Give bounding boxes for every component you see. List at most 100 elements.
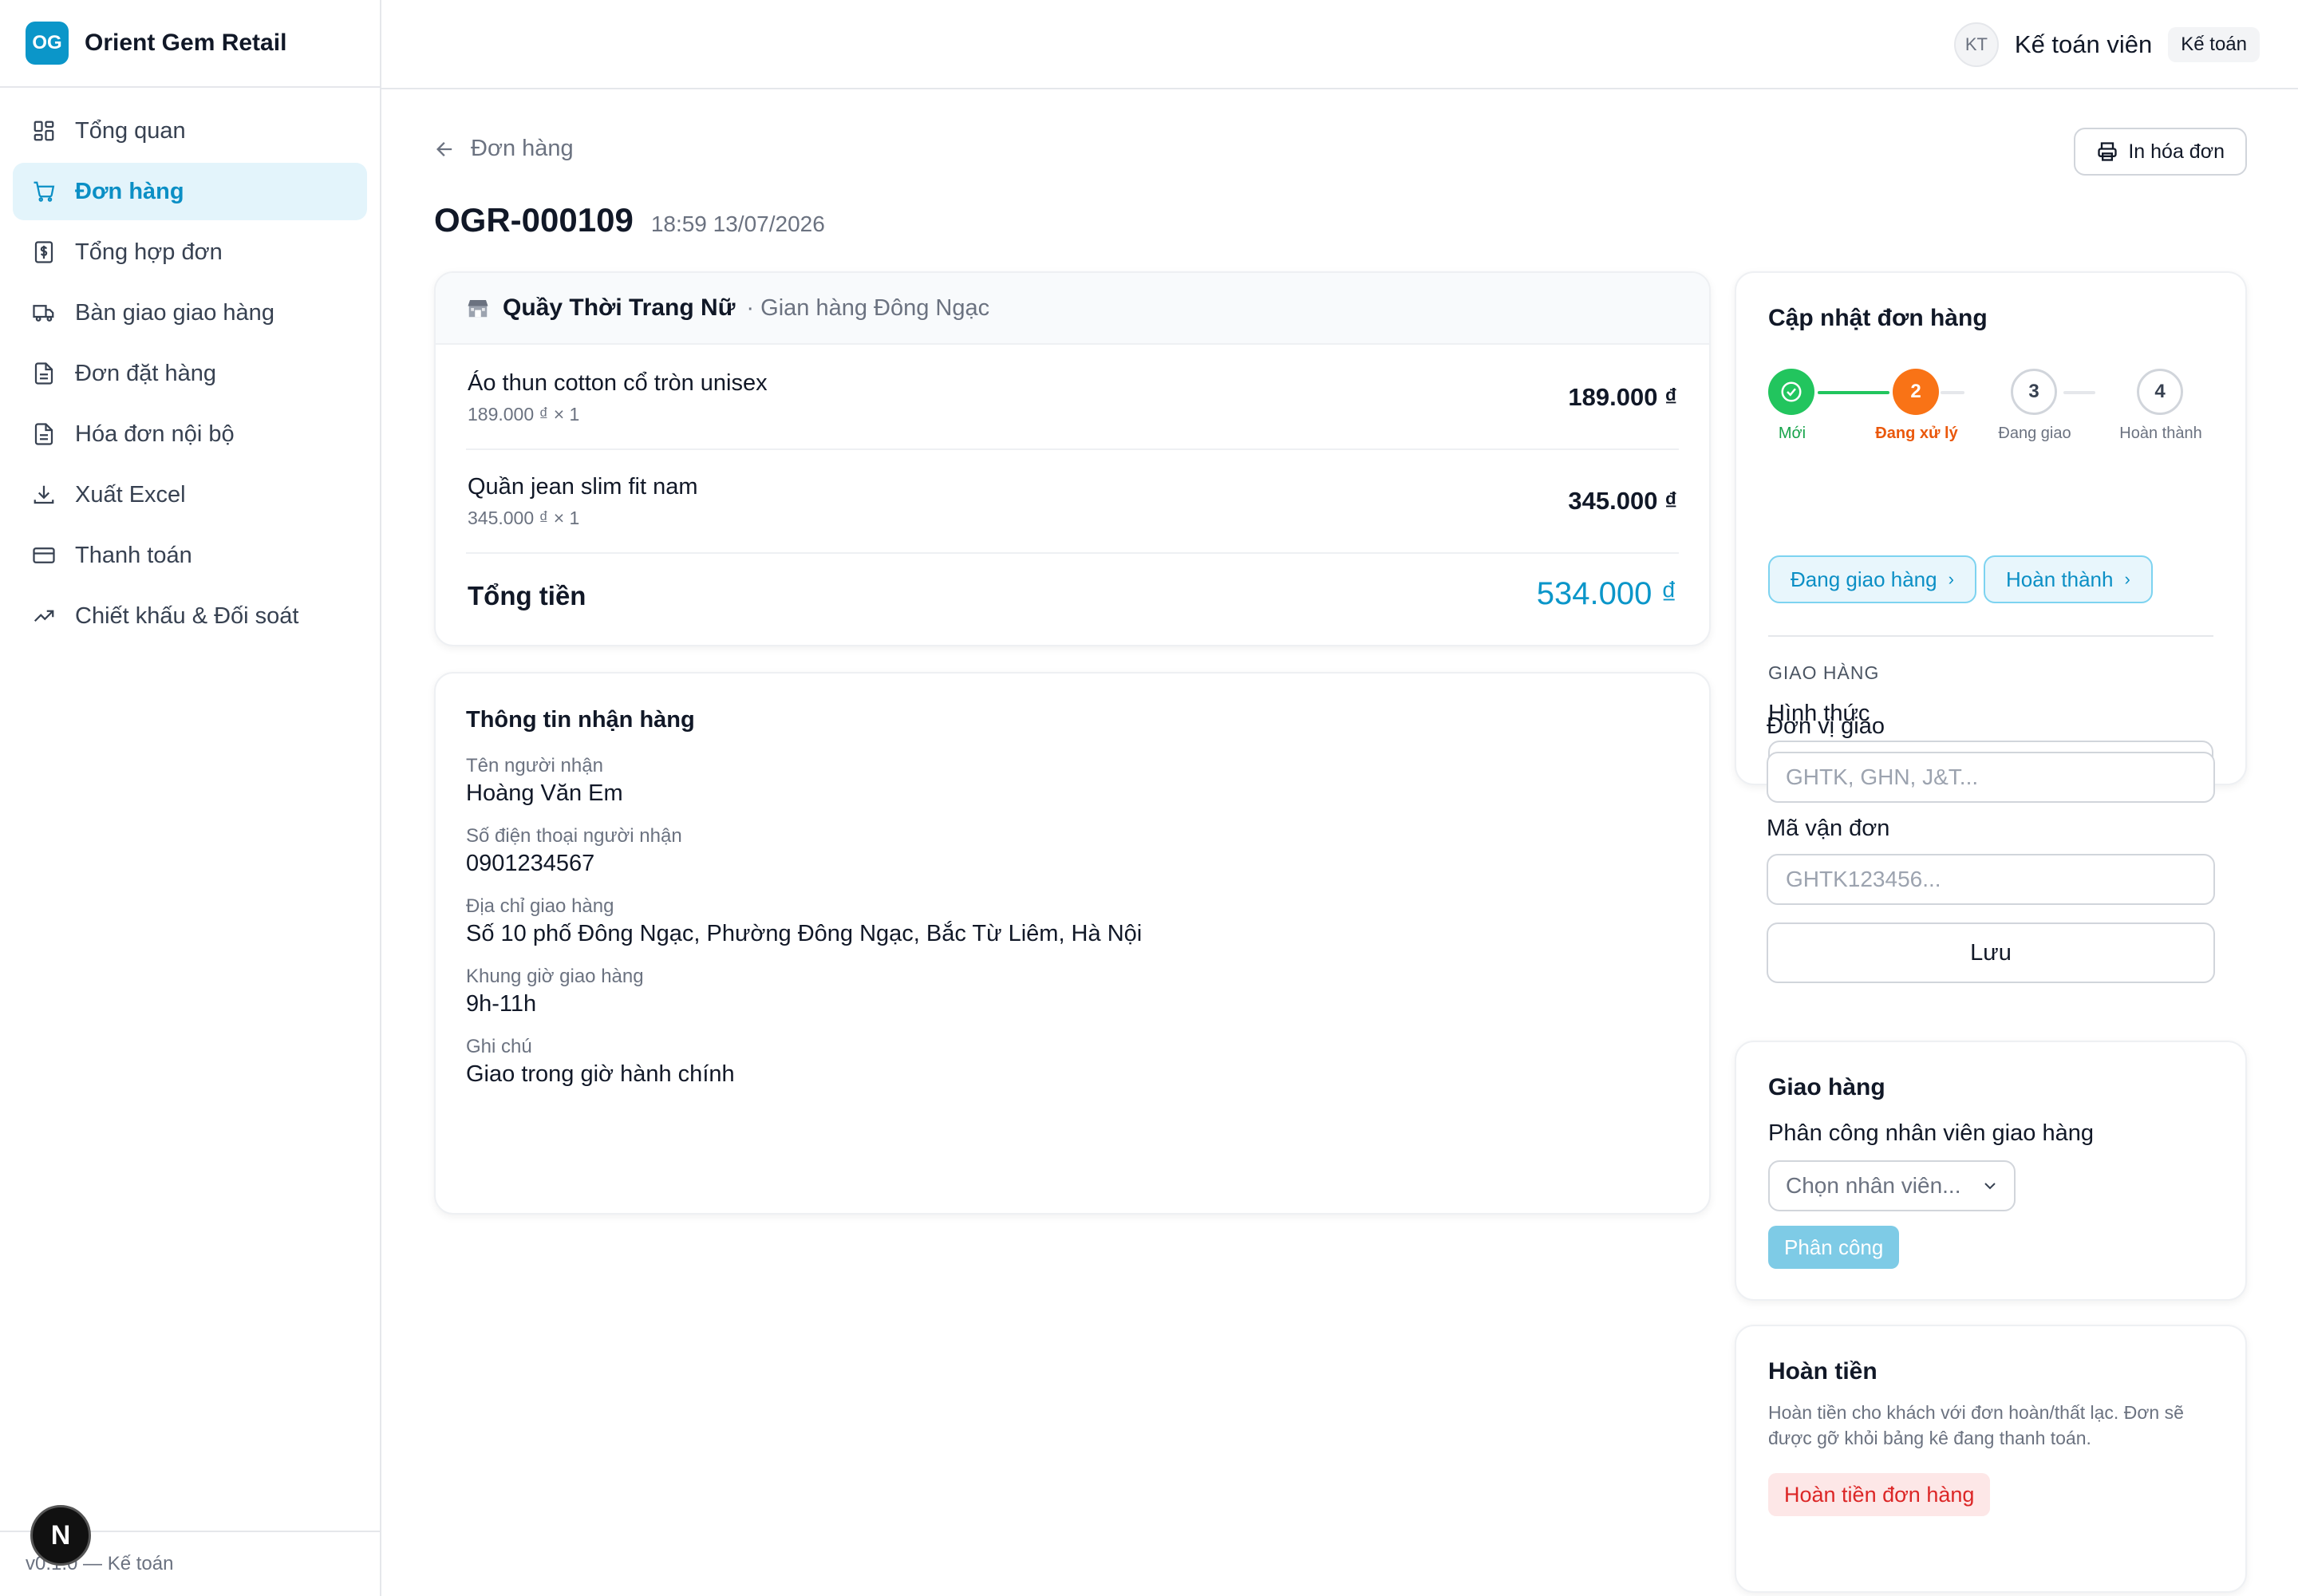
set-complete-button[interactable]: Hoàn thành › — [1984, 555, 2153, 603]
delivery-assign-card: Giao hàng Phân công nhân viên giao hàng … — [1735, 1041, 2247, 1301]
print-label: In hóa đơn — [2128, 140, 2225, 163]
field-label: Địa chỉ giao hàng — [466, 895, 614, 917]
button-label: Đang giao hàng — [1791, 567, 1937, 591]
item-unit-qty: 345.000 ₫ × 1 — [468, 508, 580, 528]
set-shipping-button[interactable]: Đang giao hàng › — [1768, 555, 1976, 603]
assign-label: Phân công nhân viên giao hàng — [1768, 1120, 2094, 1146]
receiver-phone: 0901234567 — [466, 851, 595, 876]
step-shipping: 3 Đang giao — [1998, 369, 2071, 442]
brand-name: Orient Gem Retail — [85, 30, 287, 56]
carrier-input[interactable]: GHTK, GHN, J&T... — [1767, 752, 2215, 803]
shipping-section-caption: GIAO HÀNG — [1768, 662, 1880, 683]
sidebar-item-label: Tổng quan — [75, 117, 186, 144]
back-link[interactable]: Đơn hàng — [434, 136, 574, 162]
assign-button[interactable]: Phân công — [1768, 1226, 1900, 1269]
role-badge: Kế toán — [2168, 27, 2260, 62]
store-name: Quầy Thời Trang Nữ — [503, 294, 736, 321]
store-location: · Gian hàng Đông Ngạc — [746, 294, 990, 321]
store-icon — [468, 300, 488, 318]
step-processing: 2 Đang xử lý — [1875, 369, 1958, 442]
sidebar-item-thanh-toan[interactable]: Thanh toán — [13, 527, 367, 584]
check-icon — [1768, 369, 1814, 415]
delivery-window: 9h-11h — [466, 991, 537, 1017]
sidebar-item-chiet-khau[interactable]: Chiết khấu & Đối soát — [13, 587, 367, 645]
trend-up-icon — [32, 604, 56, 628]
print-invoice-button[interactable]: In hóa đơn — [2074, 128, 2247, 176]
tracking-code-input[interactable]: GHTK123456... — [1767, 854, 2215, 905]
sidebar-item-label: Chiết khấu & Đối soát — [75, 602, 299, 629]
sidebar-item-xuat-excel[interactable]: Xuất Excel — [13, 466, 367, 523]
field-label: Số điện thoại người nhận — [466, 825, 682, 847]
staff-select[interactable]: Chọn nhân viên... — [1768, 1160, 2016, 1211]
sidebar-nav: Tổng quan Đơn hàng Tổng hợp đơn Bàn giao… — [0, 88, 380, 662]
step-label: Mới — [1778, 425, 1806, 442]
chevron-down-icon — [1984, 1183, 1996, 1190]
refund-description: Hoàn tiền cho khách với đơn hoàn/thất lạ… — [1768, 1402, 2184, 1448]
receiver-title: Thông tin nhận hàng — [466, 707, 695, 733]
carrier-label: Đơn vị giao — [1767, 713, 1885, 739]
sidebar-item-label: Bàn giao giao hàng — [75, 299, 274, 326]
step-number: 4 — [2137, 369, 2183, 415]
total-value: 534.000 ₫ — [1536, 576, 1677, 611]
back-label: Đơn hàng — [471, 136, 574, 161]
dev-tools-badge[interactable]: N — [30, 1505, 91, 1566]
sidebar: OG Orient Gem Retail Tổng quan Đơn hàng … — [0, 0, 381, 1596]
item-price: 189.000 ₫ — [1568, 383, 1677, 411]
save-button[interactable]: Lưu — [1767, 922, 2215, 983]
tracking-label: Mã vận đơn — [1767, 816, 1890, 841]
download-icon — [32, 483, 56, 507]
chevron-right-icon: › — [2124, 569, 2130, 589]
order-code: OGR-000109 — [434, 201, 634, 239]
sidebar-item-don-hang[interactable]: Đơn hàng — [13, 163, 367, 220]
step-connector — [2063, 391, 2095, 394]
order-time: 18:59 13/07/2026 — [650, 211, 825, 236]
cart-icon — [32, 180, 56, 203]
step-number: 3 — [2011, 369, 2057, 415]
select-placeholder: Chọn nhân viên... — [1786, 1173, 1961, 1198]
update-order-card: Cập nhật đơn hàng Mới 2 Đang xử lý 3 Đan… — [1735, 271, 2247, 792]
receiver-info-card: Thông tin nhận hàng Tên người nhận Hoàng… — [434, 672, 1711, 1215]
field-label: Ghi chú — [466, 1036, 532, 1057]
item-name: Áo thun cotton cổ tròn unisex — [468, 370, 768, 396]
card-icon — [32, 543, 56, 567]
item-price: 345.000 ₫ — [1568, 487, 1677, 515]
step-connector — [1818, 391, 1889, 394]
avatar: KT — [1953, 22, 1999, 67]
user-name: Kế toán viên — [2014, 30, 2153, 58]
divider — [1768, 635, 2213, 637]
brand[interactable]: OG Orient Gem Retail — [0, 0, 380, 88]
item-unit-qty: 189.000 ₫ × 1 — [468, 404, 580, 425]
step-connector — [1941, 391, 1964, 394]
sidebar-item-label: Đơn đặt hàng — [75, 360, 217, 386]
list-item: Quần jean slim fit nam 345.000 ₫ × 1 345… — [466, 450, 1679, 554]
sidebar-item-label: Xuất Excel — [75, 481, 186, 508]
sidebar-item-tong-hop-don[interactable]: Tổng hợp đơn — [13, 223, 367, 281]
sidebar-item-hoa-don-noi-bo[interactable]: Hóa đơn nội bộ — [13, 405, 367, 463]
user-menu[interactable]: KT Kế toán viên Kế toán — [1953, 22, 2260, 67]
step-label: Hoàn thành — [2119, 425, 2202, 442]
sidebar-item-label: Hóa đơn nội bộ — [75, 421, 235, 447]
receiver-note: Giao trong giờ hành chính — [466, 1061, 735, 1087]
receiver-name: Hoàng Văn Em — [466, 780, 623, 806]
item-name: Quần jean slim fit nam — [468, 474, 698, 500]
sidebar-item-don-dat-hang[interactable]: Đơn đặt hàng — [13, 345, 367, 402]
main-content: Đơn hàng In hóa đơn OGR-000109 18:59 13/… — [381, 89, 2298, 1596]
list-item: Áo thun cotton cổ tròn unisex 189.000 ₫ … — [466, 346, 1679, 450]
update-title: Cập nhật đơn hàng — [1768, 305, 1988, 331]
ship-title: Giao hàng — [1768, 1074, 1885, 1100]
total-row: Tổng tiền 534.000 ₫ — [466, 555, 1679, 635]
sidebar-item-label: Đơn hàng — [75, 178, 184, 204]
field-label: Khung giờ giao hàng — [466, 966, 644, 987]
step-label: Đang giao — [1998, 425, 2071, 442]
refund-button[interactable]: Hoàn tiền đơn hàng — [1768, 1473, 1991, 1516]
store-header: Quầy Thời Trang Nữ · Gian hàng Đông Ngạc — [436, 273, 1709, 345]
step-new: Mới — [1768, 369, 1816, 442]
sidebar-item-ban-giao[interactable]: Bàn giao giao hàng — [13, 284, 367, 342]
sidebar-item-label: Tổng hợp đơn — [75, 239, 223, 265]
sidebar-item-tong-quan[interactable]: Tổng quan — [13, 102, 367, 160]
step-complete: 4 Hoàn thành — [2119, 369, 2202, 442]
refund-card: Hoàn tiền Hoàn tiền cho khách với đơn ho… — [1735, 1325, 2247, 1593]
order-status-stepper: Mới 2 Đang xử lý 3 Đang giao 4 Hoàn thàn… — [1768, 369, 2215, 448]
step-number: 2 — [1893, 369, 1939, 415]
document-icon — [32, 422, 56, 446]
